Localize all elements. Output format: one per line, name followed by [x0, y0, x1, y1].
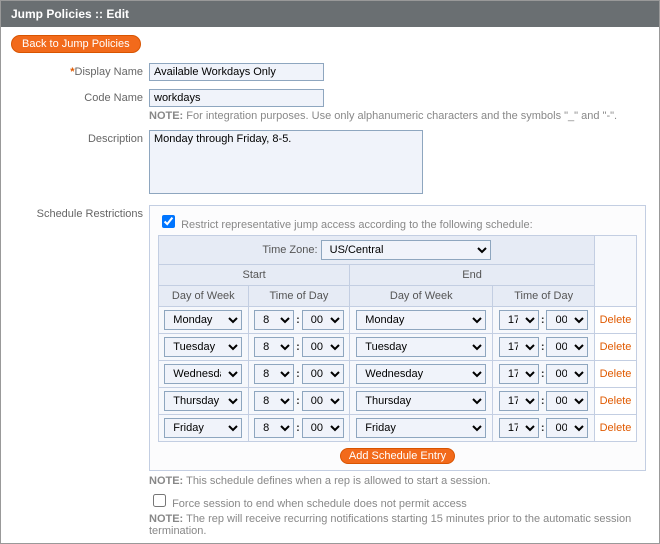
start-day-select[interactable]: Wednesday — [164, 364, 242, 384]
force-end-label: Force session to end when schedule does … — [172, 498, 467, 510]
schedule-row: Friday8:00Friday17:00Delete — [159, 415, 637, 442]
start-minute-select[interactable]: 00 — [302, 364, 344, 384]
schedule-row: Monday8:00Monday17:00Delete — [159, 307, 637, 334]
delete-row-link[interactable]: Delete — [600, 314, 632, 326]
start-hour-select[interactable]: 8 — [254, 418, 294, 438]
end-hour-select[interactable]: 17 — [499, 337, 539, 357]
end-hour-select[interactable]: 17 — [499, 310, 539, 330]
force-end-note: NOTE: The rep will receive recurring not… — [149, 513, 646, 537]
end-hour-select[interactable]: 17 — [499, 418, 539, 438]
page-header: Jump Policies :: Edit — [1, 1, 659, 27]
start-minute-select[interactable]: 00 — [302, 310, 344, 330]
end-day-header: Day of Week — [350, 286, 493, 307]
code-name-label: Code Name — [84, 92, 143, 104]
start-day-select[interactable]: Tuesday — [164, 337, 242, 357]
start-minute-select[interactable]: 00 — [302, 337, 344, 357]
timezone-label: Time Zone — [262, 244, 314, 256]
back-button[interactable]: Back to Jump Policies — [11, 35, 141, 53]
schedule-table: Time Zone: US/Central Start End — [158, 235, 637, 442]
end-day-select[interactable]: Monday — [356, 310, 486, 330]
end-day-select[interactable]: Friday — [356, 418, 486, 438]
display-name-label: Display Name — [75, 66, 143, 78]
end-hour-select[interactable]: 17 — [499, 391, 539, 411]
start-hour-select[interactable]: 8 — [254, 364, 294, 384]
start-day-select[interactable]: Friday — [164, 418, 242, 438]
end-day-select[interactable]: Wednesday — [356, 364, 486, 384]
add-schedule-entry-button[interactable]: Add Schedule Entry — [340, 448, 455, 464]
start-day-select[interactable]: Monday — [164, 310, 242, 330]
timezone-header: Time Zone: US/Central — [159, 236, 595, 265]
start-hour-select[interactable]: 8 — [254, 337, 294, 357]
start-hour-select[interactable]: 8 — [254, 391, 294, 411]
start-minute-select[interactable]: 00 — [302, 418, 344, 438]
code-name-input[interactable] — [149, 89, 324, 107]
end-day-select[interactable]: Tuesday — [356, 337, 486, 357]
schedule-note: NOTE: This schedule defines when a rep i… — [149, 475, 646, 487]
start-header: Start — [159, 265, 350, 286]
description-input[interactable]: Monday through Friday, 8-5. — [149, 130, 423, 194]
delete-row-link[interactable]: Delete — [600, 395, 632, 407]
end-hour-select[interactable]: 17 — [499, 364, 539, 384]
code-name-note: NOTE: For integration purposes. Use only… — [149, 110, 646, 122]
page-title: Jump Policies :: Edit — [11, 7, 129, 21]
force-end-checkbox[interactable] — [153, 494, 166, 507]
schedule-row: Thursday8:00Thursday17:00Delete — [159, 388, 637, 415]
description-label: Description — [88, 133, 143, 145]
start-time-header: Time of Day — [248, 286, 350, 307]
end-day-select[interactable]: Thursday — [356, 391, 486, 411]
start-hour-select[interactable]: 8 — [254, 310, 294, 330]
timezone-select[interactable]: US/Central — [321, 240, 491, 260]
delete-row-link[interactable]: Delete — [600, 341, 632, 353]
display-name-input[interactable] — [149, 63, 324, 81]
end-minute-select[interactable]: 00 — [546, 391, 588, 411]
end-minute-select[interactable]: 00 — [546, 418, 588, 438]
start-day-header: Day of Week — [159, 286, 249, 307]
schedule-row: Tuesday8:00Tuesday17:00Delete — [159, 334, 637, 361]
start-day-select[interactable]: Thursday — [164, 391, 242, 411]
end-minute-select[interactable]: 00 — [546, 310, 588, 330]
schedule-restrictions-label: Schedule Restrictions — [37, 208, 143, 220]
start-minute-select[interactable]: 00 — [302, 391, 344, 411]
force-end-row[interactable]: Force session to end when schedule does … — [149, 491, 646, 510]
end-minute-select[interactable]: 00 — [546, 337, 588, 357]
schedule-row: Wednesday8:00Wednesday17:00Delete — [159, 361, 637, 388]
end-header: End — [350, 265, 595, 286]
delete-col-header — [594, 236, 636, 307]
delete-row-link[interactable]: Delete — [600, 368, 632, 380]
end-minute-select[interactable]: 00 — [546, 364, 588, 384]
schedule-box: Restrict representative jump access acco… — [149, 205, 646, 471]
restrict-checkbox-label: Restrict representative jump access acco… — [181, 219, 533, 231]
end-time-header: Time of Day — [493, 286, 595, 307]
delete-row-link[interactable]: Delete — [600, 422, 632, 434]
restrict-checkbox[interactable] — [162, 215, 175, 228]
restrict-checkbox-row[interactable]: Restrict representative jump access acco… — [158, 219, 533, 231]
